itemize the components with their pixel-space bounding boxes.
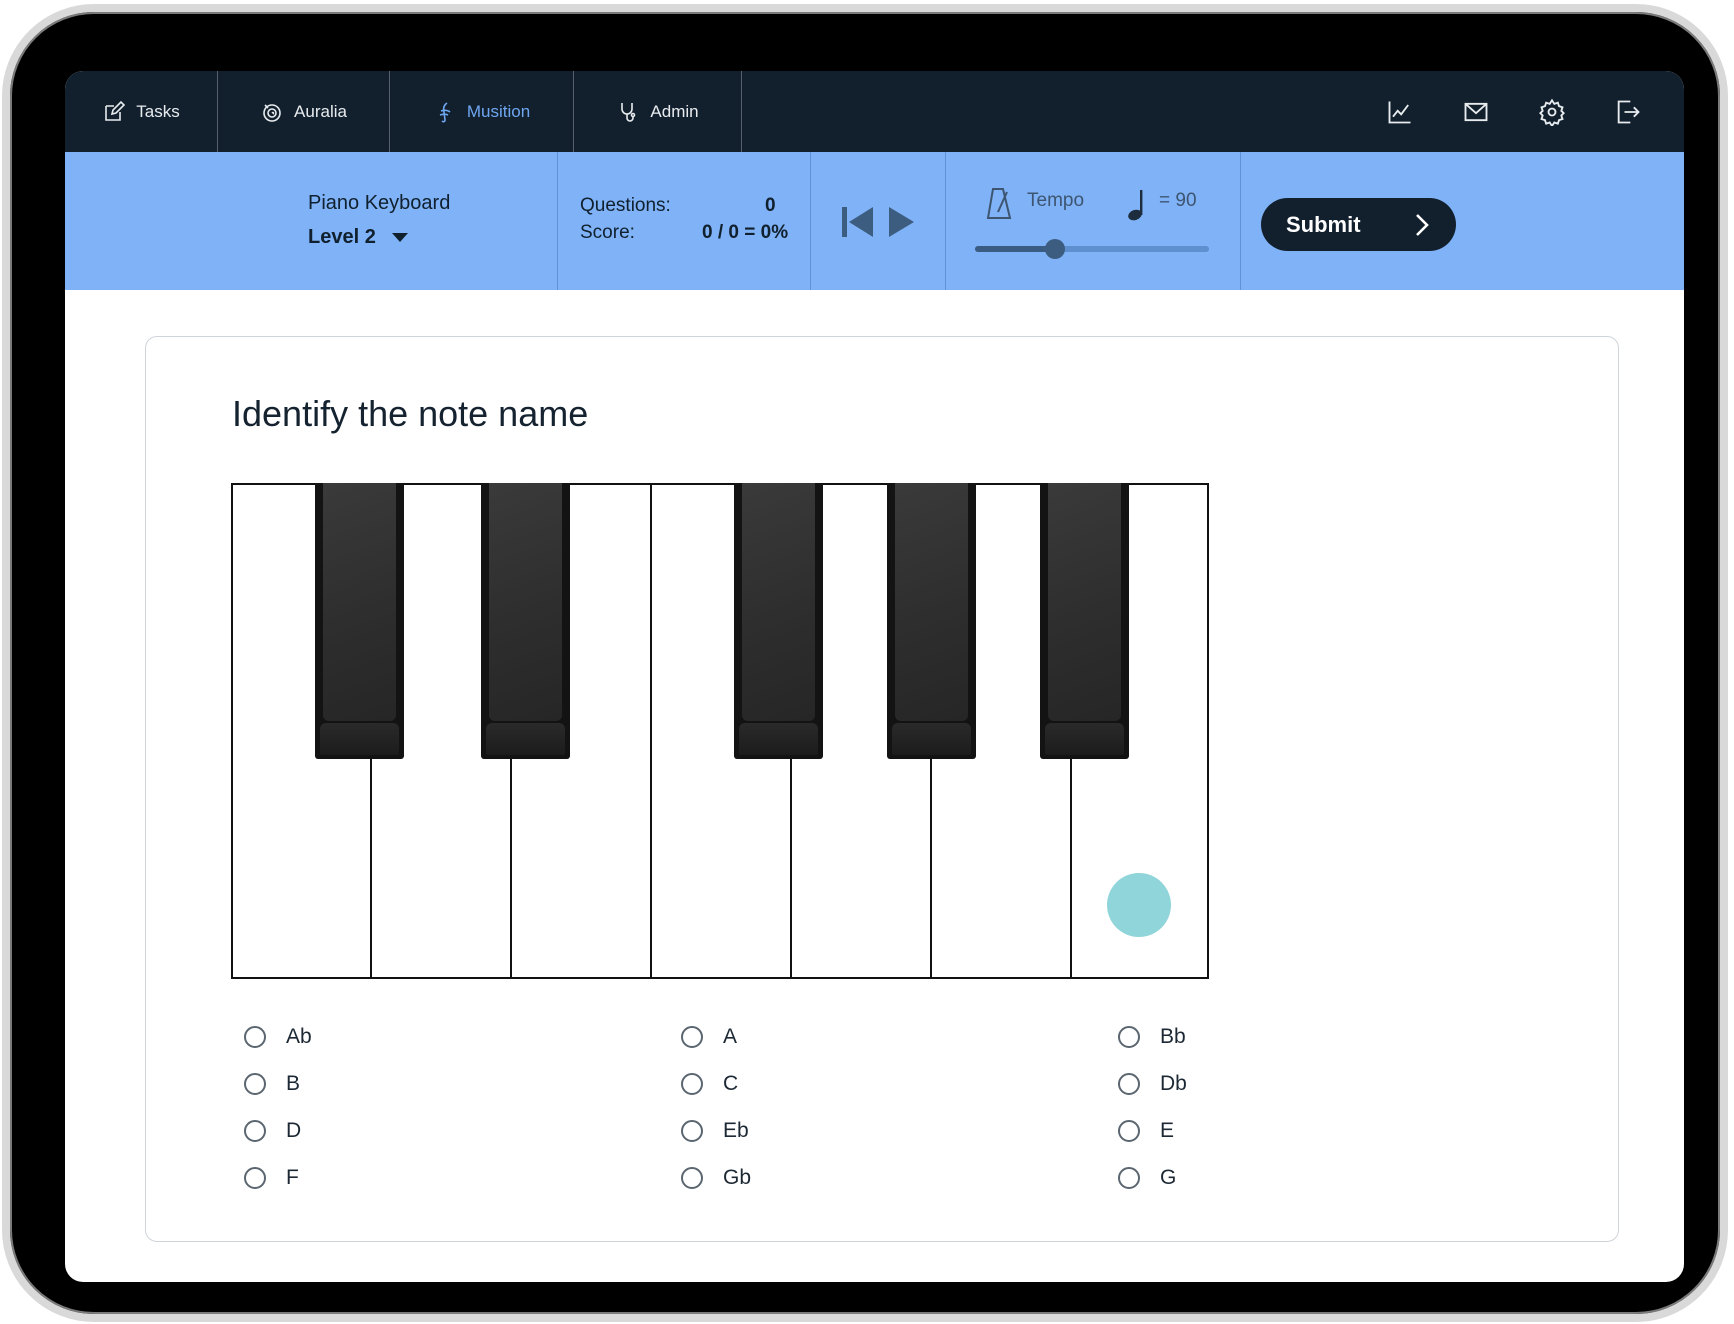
chart-icon[interactable] (1385, 97, 1415, 127)
stethoscope-icon (621, 102, 636, 122)
radio-button[interactable] (1118, 1120, 1140, 1142)
submit-label: Submit (1286, 211, 1361, 237)
option-label: Db (1160, 1072, 1187, 1095)
questions-value: 0 (765, 195, 776, 216)
tab-admin[interactable]: Admin (574, 71, 742, 152)
tablet-frame: Tasks Auralia Musition Admin Piano Keybo… (2, 4, 1728, 1322)
exercise-toolbar: Piano Keyboard Level 2 Questions: 0 Scor… (65, 152, 1684, 290)
question-card: Identify the note name Ab A Bb B C Db D … (145, 336, 1619, 1242)
option-c[interactable]: C (681, 1072, 738, 1096)
gear-icon[interactable] (1537, 97, 1567, 127)
option-label: E (1160, 1119, 1175, 1142)
edit-icon (105, 100, 126, 121)
quarter-note-icon (1128, 190, 1143, 221)
metronome-icon (986, 188, 1012, 219)
option-label: D (286, 1119, 302, 1142)
tempo-slider-thumb[interactable] (1044, 239, 1065, 259)
tempo-value: = 90 (1159, 190, 1197, 211)
option-label: Gb (723, 1166, 752, 1189)
option-b[interactable]: B (244, 1072, 300, 1096)
tab-label: Musition (466, 101, 531, 121)
option-db[interactable]: Db (1118, 1072, 1187, 1096)
black-key[interactable] (1040, 483, 1129, 759)
divider (1240, 152, 1241, 290)
option-bb[interactable]: Bb (1118, 1025, 1186, 1049)
option-gb[interactable]: Gb (681, 1166, 751, 1190)
mail-icon[interactable] (1461, 97, 1491, 127)
option-ab[interactable]: Ab (244, 1025, 312, 1049)
radio-button[interactable] (244, 1026, 266, 1048)
score-label: Score: (580, 222, 635, 243)
question-title: Identify the note name (232, 393, 589, 434)
topic-title: Piano Keyboard (308, 192, 451, 214)
radio-button[interactable] (244, 1073, 266, 1095)
radio-button[interactable] (681, 1167, 703, 1189)
score-value: 0 / 0 = 0% (702, 222, 789, 243)
tempo-slider[interactable] (975, 239, 1209, 259)
level-dropdown[interactable]: Level 2 (308, 226, 408, 249)
musition-clef-icon (439, 101, 451, 122)
option-e[interactable]: E (1118, 1119, 1174, 1143)
option-label: Bb (1160, 1025, 1186, 1048)
radio-button[interactable] (681, 1073, 703, 1095)
chevron-down-icon (391, 233, 408, 242)
key-marker-dot (1107, 873, 1171, 937)
tab-tasks[interactable]: Tasks (65, 71, 218, 152)
tab-musition[interactable]: Musition (390, 71, 574, 152)
tab-label: Auralia (294, 101, 347, 121)
black-key[interactable] (734, 483, 823, 759)
radio-button[interactable] (1118, 1073, 1140, 1095)
tempo-label: Tempo (1027, 190, 1085, 211)
radio-button[interactable] (244, 1167, 266, 1189)
submit-button[interactable]: Submit (1261, 198, 1456, 251)
auralia-swirl-icon (263, 103, 281, 122)
divider (945, 152, 946, 290)
tab-label: Admin (650, 101, 699, 121)
black-key[interactable] (481, 483, 570, 759)
option-a[interactable]: A (681, 1025, 737, 1049)
logout-icon[interactable] (1613, 97, 1643, 127)
radio-button[interactable] (1118, 1026, 1140, 1048)
app-screen: Tasks Auralia Musition Admin Piano Keybo… (65, 71, 1684, 1282)
option-label: G (1160, 1166, 1177, 1189)
option-label: C (723, 1072, 739, 1095)
tab-auralia[interactable]: Auralia (218, 71, 390, 152)
radio-button[interactable] (244, 1120, 266, 1142)
option-label: Ab (286, 1025, 312, 1048)
divider (557, 152, 558, 290)
play-icon[interactable] (886, 204, 916, 240)
option-g[interactable]: G (1118, 1166, 1176, 1190)
restart-icon[interactable] (840, 204, 874, 240)
option-label: F (286, 1166, 299, 1189)
tempo-slider-fill (975, 246, 1055, 252)
radio-button[interactable] (1118, 1167, 1140, 1189)
questions-label: Questions: (580, 195, 671, 216)
option-d[interactable]: D (244, 1119, 301, 1143)
top-nav: Tasks Auralia Musition Admin (65, 71, 1684, 152)
black-key[interactable] (887, 483, 976, 759)
radio-button[interactable] (681, 1120, 703, 1142)
divider (810, 152, 811, 290)
option-label: A (723, 1025, 738, 1048)
option-label: Eb (723, 1119, 749, 1142)
piano-keyboard (231, 483, 1209, 979)
radio-button[interactable] (681, 1026, 703, 1048)
option-eb[interactable]: Eb (681, 1119, 749, 1143)
black-key[interactable] (315, 483, 404, 759)
chevron-right-icon (1416, 214, 1429, 236)
level-label: Level 2 (308, 226, 376, 248)
option-f[interactable]: F (244, 1166, 299, 1190)
tab-label: Tasks (136, 101, 180, 121)
option-label: B (286, 1072, 301, 1095)
